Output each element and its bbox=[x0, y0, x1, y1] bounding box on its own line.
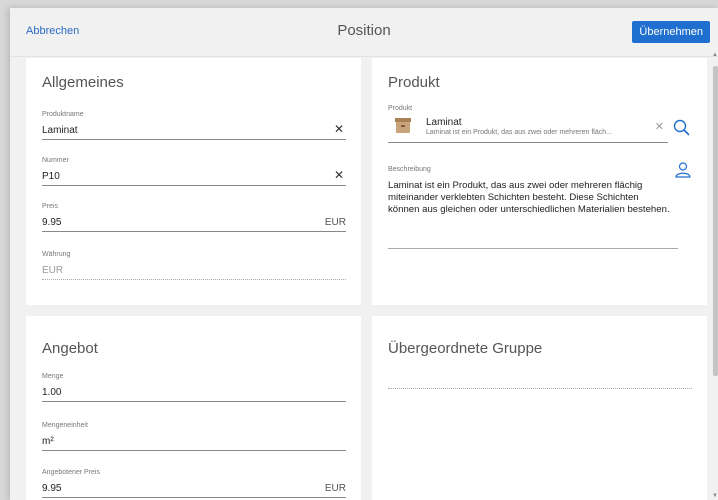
general-card: Allgemeines Produktname Laminat ✕ Nummer… bbox=[26, 58, 361, 305]
offered-price-label: Angebotener Preis bbox=[42, 469, 100, 476]
description-text[interactable]: Laminat ist ein Produkt, das aus zwei od… bbox=[388, 180, 670, 216]
price-unit: EUR bbox=[324, 217, 346, 228]
number-input[interactable]: P10 ✕ bbox=[42, 169, 346, 186]
scroll-down-arrow-icon[interactable]: ▼ bbox=[712, 493, 718, 499]
offered-price-input[interactable]: 9.95 EUR bbox=[42, 482, 346, 498]
number-label: Nummer bbox=[42, 157, 69, 164]
product-field-label: Produkt bbox=[388, 105, 413, 112]
scroll-up-arrow-icon[interactable]: ▲ bbox=[712, 52, 718, 58]
clear-product-name-icon[interactable]: ✕ bbox=[334, 123, 344, 136]
unit-input[interactable]: m² bbox=[42, 435, 346, 451]
quantity-label: Menge bbox=[42, 373, 64, 380]
product-title: Produkt bbox=[388, 74, 440, 91]
clear-product-icon[interactable]: ✕ bbox=[655, 120, 664, 133]
general-title: Allgemeines bbox=[42, 74, 124, 91]
scrollbar[interactable]: ▲ ▼ bbox=[712, 52, 718, 500]
offered-price-value: 9.95 bbox=[42, 483, 62, 494]
currency-field: Währung EUR bbox=[42, 251, 346, 280]
unit-label: Mengeneinheit bbox=[42, 422, 88, 429]
search-icon[interactable] bbox=[672, 118, 692, 138]
scroll-thumb[interactable] bbox=[713, 66, 718, 376]
offered-price-unit: EUR bbox=[324, 483, 346, 494]
quantity-value: 1.00 bbox=[42, 387, 62, 398]
dialog-title: Position bbox=[337, 22, 391, 39]
product-name-input[interactable]: Laminat ✕ bbox=[42, 123, 346, 140]
parent-group-card: Übergeordnete Gruppe bbox=[372, 316, 707, 500]
person-icon[interactable] bbox=[674, 161, 692, 179]
product-select[interactable]: Laminat Laminat ist ein Produkt, das aus… bbox=[388, 116, 668, 143]
parent-group-title: Übergeordnete Gruppe bbox=[388, 340, 543, 357]
clear-number-icon[interactable]: ✕ bbox=[334, 169, 344, 182]
apply-button[interactable]: Übernehmen bbox=[632, 21, 710, 43]
product-select-name: Laminat bbox=[426, 117, 462, 128]
price-input[interactable]: 9.95 EUR bbox=[42, 216, 346, 232]
unit-value: m² bbox=[42, 436, 54, 447]
unit-field: Mengeneinheit m² bbox=[42, 422, 346, 451]
quantity-input[interactable]: 1.00 bbox=[42, 386, 346, 402]
currency-input: EUR bbox=[42, 264, 346, 280]
quantity-field: Menge 1.00 bbox=[42, 373, 346, 402]
offer-card: Angebot Menge 1.00 Mengeneinheit m² Ange… bbox=[26, 316, 361, 500]
product-select-subtitle: Laminat ist ein Produkt, das aus zwei od… bbox=[426, 129, 612, 136]
currency-label: Währung bbox=[42, 251, 71, 258]
offered-price-field: Angebotener Preis 9.95 EUR bbox=[42, 469, 346, 498]
parent-group-input[interactable] bbox=[388, 388, 692, 389]
position-dialog: Abbrechen Position Übernehmen Allgemeine… bbox=[10, 8, 718, 500]
box-icon bbox=[395, 118, 411, 133]
product-name-label: Produktname bbox=[42, 111, 84, 118]
product-card: Produkt Produkt Laminat Laminat ist ein … bbox=[372, 58, 707, 305]
dialog-header: Abbrechen Position Übernehmen bbox=[10, 8, 718, 57]
number-value: P10 bbox=[42, 171, 60, 182]
currency-value: EUR bbox=[42, 265, 64, 276]
product-name-value: Laminat bbox=[42, 125, 78, 136]
offer-title: Angebot bbox=[42, 340, 98, 357]
price-label: Preis bbox=[42, 203, 58, 210]
price-value: 9.95 bbox=[42, 217, 62, 228]
description-underline bbox=[388, 248, 678, 249]
product-name-field: Produktname Laminat ✕ bbox=[42, 111, 346, 140]
description-label: Beschreibung bbox=[388, 166, 431, 173]
number-field: Nummer P10 ✕ bbox=[42, 157, 346, 186]
price-field: Preis 9.95 EUR bbox=[42, 203, 346, 232]
